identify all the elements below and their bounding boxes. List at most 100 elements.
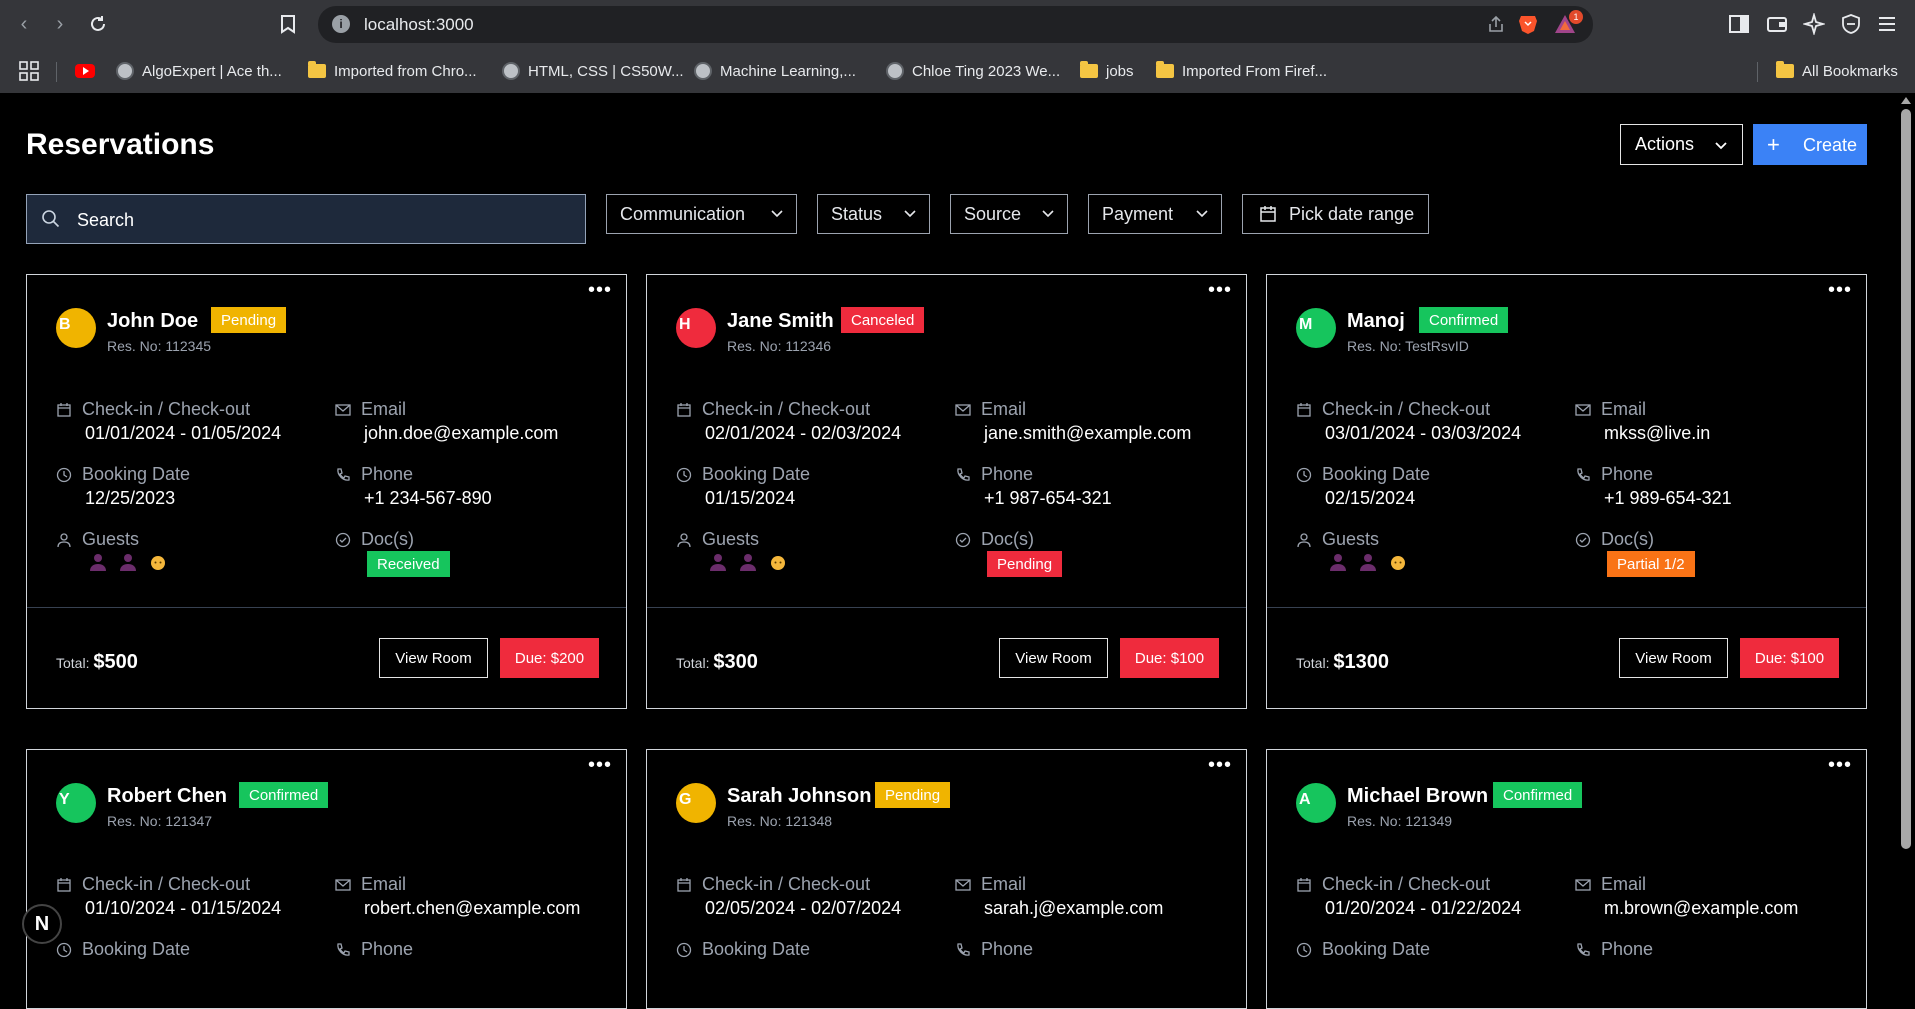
actions-dropdown[interactable]: Actions xyxy=(1620,124,1743,165)
status-badge: Confirmed xyxy=(1493,782,1583,808)
bookmark-item[interactable]: HTML, CSS | CS50W... xyxy=(502,60,684,82)
status-badge: Pending xyxy=(875,782,951,808)
check-circle-icon xyxy=(955,532,971,547)
due-button[interactable]: Due: $100 xyxy=(1120,638,1219,678)
reservation-number: Res. No: 121349 xyxy=(1347,813,1453,829)
communication-label: Communication xyxy=(620,203,746,224)
more-options-icon[interactable]: ••• xyxy=(1208,280,1232,300)
bookmark-item[interactable]: Machine Learning,... xyxy=(694,60,856,82)
guest-name: Sarah Johnson xyxy=(727,785,872,807)
status-filter[interactable]: Status xyxy=(817,194,930,234)
sidebar-icon[interactable] xyxy=(1728,13,1750,35)
back-icon[interactable]: ‹ xyxy=(12,12,36,36)
due-button[interactable]: Due: $100 xyxy=(1740,638,1839,678)
communication-filter[interactable]: Communication xyxy=(606,194,797,234)
bookmark-item[interactable]: Imported From Firef... xyxy=(1156,60,1327,82)
email-label-text: Email xyxy=(361,399,407,419)
more-options-icon[interactable]: ••• xyxy=(588,280,612,300)
site-info-icon[interactable]: i xyxy=(332,15,350,33)
booking-date-label-text: Booking Date xyxy=(82,939,191,959)
search-input[interactable] xyxy=(77,208,557,232)
reservation-card[interactable]: ••• M Manoj Confirmed Res. No: TestRsvID Chec… xyxy=(1266,274,1867,709)
guest-name: Michael Brown xyxy=(1347,785,1489,807)
more-options-icon[interactable]: ••• xyxy=(1208,755,1232,775)
reservation-card[interactable]: ••• H Jane Smith Canceled Res. No: 112346 Che… xyxy=(646,274,1247,709)
url-text[interactable]: localhost:3000 xyxy=(364,15,474,35)
bookmark-icon[interactable] xyxy=(276,12,300,36)
address-bar[interactable]: i localhost:3000 1 xyxy=(318,6,1593,43)
adult-guest-icon xyxy=(710,554,726,571)
create-label: Create xyxy=(1803,135,1858,155)
more-options-icon[interactable]: ••• xyxy=(588,755,612,775)
mail-icon xyxy=(1575,403,1591,416)
guests-label: Guests xyxy=(1296,529,1379,550)
user-icon xyxy=(677,532,691,547)
avatar: M xyxy=(1296,308,1336,348)
bookmark-label: Machine Learning,... xyxy=(720,62,856,80)
guest-name: Robert Chen xyxy=(107,785,227,807)
nextjs-dev-badge[interactable]: N xyxy=(22,904,62,944)
more-options-icon[interactable]: ••• xyxy=(1828,755,1852,775)
mail-icon xyxy=(335,878,351,891)
reservation-number: Res. No: 112346 xyxy=(727,338,832,354)
calendar-icon xyxy=(1260,206,1276,222)
reservation-number: Res. No: TestRsvID xyxy=(1347,338,1469,354)
payment-filter[interactable]: Payment xyxy=(1088,194,1222,234)
view-room-button[interactable]: View Room xyxy=(999,638,1108,678)
booking-date-label-text: Booking Date xyxy=(82,464,191,484)
menu-icon[interactable] xyxy=(1876,13,1898,35)
email-value: jane.smith@example.com xyxy=(984,423,1192,443)
all-bookmarks[interactable]: All Bookmarks xyxy=(1776,60,1898,82)
source-filter[interactable]: Source xyxy=(950,194,1068,234)
page-scrollbar[interactable] xyxy=(1897,93,1915,965)
total: Total: $1300 xyxy=(1296,651,1389,674)
wallet-icon[interactable] xyxy=(1766,13,1788,35)
stay-dates: 03/01/2024 - 03/03/2024 xyxy=(1325,423,1522,443)
bookmark-item[interactable]: AlgoExpert | Ace th... xyxy=(116,60,282,82)
avatar-initial: B xyxy=(59,316,71,333)
total: Total: $300 xyxy=(676,651,758,674)
leo-ai-icon[interactable] xyxy=(1803,13,1825,35)
reservation-number: Res. No: 112345 xyxy=(107,338,212,354)
more-options-icon[interactable]: ••• xyxy=(1828,280,1852,300)
apps-grid-icon[interactable] xyxy=(18,60,40,82)
search-field[interactable] xyxy=(26,194,586,244)
reservation-card[interactable]: ••• G Sarah Johnson Pending Res. No: 121348 C… xyxy=(646,749,1247,1009)
view-room-button[interactable]: View Room xyxy=(379,638,488,678)
share-icon[interactable] xyxy=(1487,15,1505,33)
bookmark-item[interactable]: jobs xyxy=(1080,60,1134,82)
guests-label-text: Guests xyxy=(1322,529,1380,549)
phone-icon xyxy=(337,467,350,481)
view-room-button[interactable]: View Room xyxy=(1619,638,1728,678)
brave-shields-icon[interactable] xyxy=(1517,13,1539,35)
booking-date-label: Booking Date xyxy=(676,464,810,485)
avatar: G xyxy=(676,783,716,823)
clock-icon xyxy=(1296,942,1312,957)
booking-date-label-text: Booking Date xyxy=(702,464,811,484)
child-guest-icon xyxy=(1391,556,1405,570)
reservation-card[interactable]: ••• B John Doe Pending Res. No: 112345 Check-… xyxy=(26,274,627,709)
adult-guest-icon xyxy=(120,554,136,571)
date-range-picker[interactable]: Pick date range xyxy=(1242,194,1429,234)
checkin-label: Check-in / Check-out xyxy=(56,399,250,420)
bookmark-youtube[interactable] xyxy=(75,60,95,82)
forward-icon[interactable]: › xyxy=(48,12,72,36)
calendar-icon xyxy=(57,877,71,892)
mail-icon xyxy=(335,403,351,416)
page-title: Reservations xyxy=(26,128,215,161)
browser-toolbar: ‹ › i localhost:3000 1 xyxy=(0,0,1915,50)
email-label: Email xyxy=(335,874,406,895)
reservation-card[interactable]: ••• Y Robert Chen Confirmed Res. No: 121347 C… xyxy=(26,749,627,1009)
bookmark-item[interactable]: Chloe Ting 2023 We... xyxy=(886,60,1060,82)
phone-icon xyxy=(337,942,350,956)
reload-icon[interactable] xyxy=(86,12,110,36)
create-button[interactable]: + Create xyxy=(1753,124,1867,165)
date-range-label: Pick date range xyxy=(1289,203,1415,224)
scroll-up-icon[interactable] xyxy=(1901,97,1911,104)
scrollbar-thumb[interactable] xyxy=(1901,109,1911,849)
bookmark-item[interactable]: Imported from Chro... xyxy=(308,60,477,82)
reservation-card[interactable]: ••• A Michael Brown Confirmed Res. No: 12134… xyxy=(1266,749,1867,1009)
vpn-icon[interactable] xyxy=(1840,13,1862,35)
phone-value: +1 234-567-890 xyxy=(364,488,492,508)
due-button[interactable]: Due: $200 xyxy=(500,638,599,678)
